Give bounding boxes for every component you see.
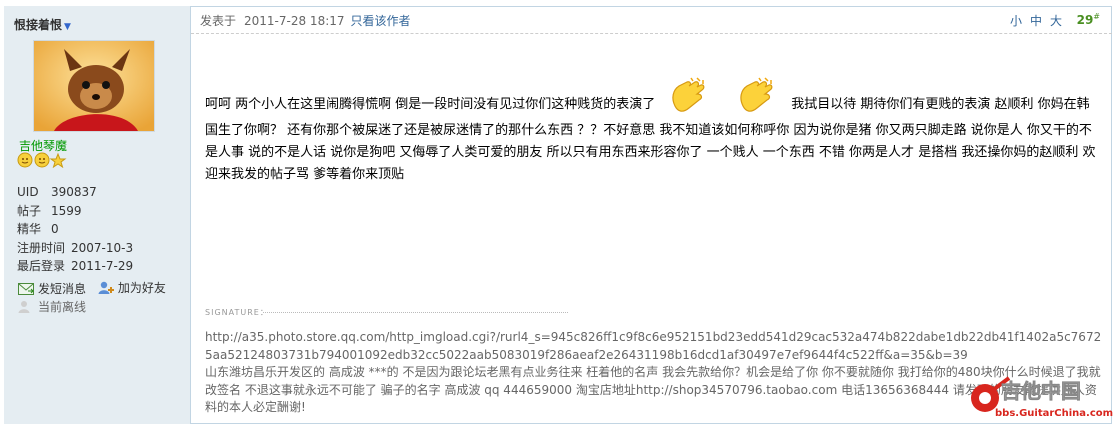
floor-number[interactable]: 29#	[1077, 12, 1100, 27]
only-author-link[interactable]: 只看该作者	[351, 14, 411, 28]
post-header: 发表于 2011-7-28 18:17 只看该作者 小中大 29#	[191, 6, 1112, 34]
author-stats: UID 390837 帖子 1599 精华 0 注册时间 2007-10-3 最后登录 2…	[17, 183, 133, 276]
author-name[interactable]: 恨接着恨 ▼	[14, 16, 71, 33]
stat-lastlogin: 最后登录 2011-7-29	[17, 259, 134, 273]
send-pm-button[interactable]: 发短消息	[18, 280, 86, 297]
sun-icon	[17, 152, 33, 168]
font-size-controls: 小中大	[1002, 12, 1062, 29]
site-watermark: 吉他中国 bbs.GuitarChina.com	[965, 374, 1115, 420]
avatar[interactable]	[33, 40, 155, 132]
author-actions: 发短消息 加为好友	[18, 279, 174, 298]
clapping-hands-icon	[667, 76, 711, 120]
add-friend-button[interactable]: 加为好友	[98, 279, 166, 296]
post-meta: 发表于 2011-7-28 18:17 只看该作者	[200, 14, 411, 28]
author-name-link[interactable]: 恨接着恨	[14, 18, 62, 32]
online-status: 当前离线	[18, 298, 86, 315]
stat-uid: UID 390837	[17, 185, 97, 199]
signature-divider	[263, 312, 568, 313]
signature-label: SIGNATURE：	[205, 308, 269, 317]
sun-icon	[34, 152, 50, 168]
envelope-icon	[18, 282, 34, 295]
font-medium-button[interactable]: 中	[1030, 14, 1042, 28]
user-offline-icon	[18, 301, 30, 313]
author-sidebar: 恨接着恨 ▼ 吉他琴魔 UID 390837 帖子 1599 精华 0 注册时间…	[4, 6, 191, 424]
chevron-down-icon[interactable]: ▼	[64, 22, 71, 32]
stat-regdate: 注册时间 2007-10-3	[17, 240, 134, 255]
font-large-button[interactable]: 大	[1050, 14, 1062, 28]
stat-posts: 帖子 1599	[17, 203, 82, 218]
rank-icons	[17, 152, 77, 169]
user-add-icon	[98, 281, 114, 294]
clapping-hands-icon	[735, 76, 779, 120]
stat-digest: 精华 0	[17, 222, 59, 236]
watermark-url: bbs.GuitarChina.com	[995, 408, 1113, 419]
star-icon	[49, 152, 67, 169]
watermark-brand: 吉他中国	[1001, 379, 1081, 403]
signature-url[interactable]: http://a35.photo.store.qq.com/http_imglo…	[205, 329, 1105, 364]
post-content: 呵呵 两个小人在这里闹腾得慌啊 倒是一段时间没有见过你们这种贱货的表演了 我拭目以…	[205, 76, 1100, 186]
font-small-button[interactable]: 小	[1010, 14, 1022, 28]
post-text-before: 呵呵 两个小人在这里闹腾得慌啊 倒是一段时间没有见过你们这种贱货的表演了	[205, 97, 656, 112]
